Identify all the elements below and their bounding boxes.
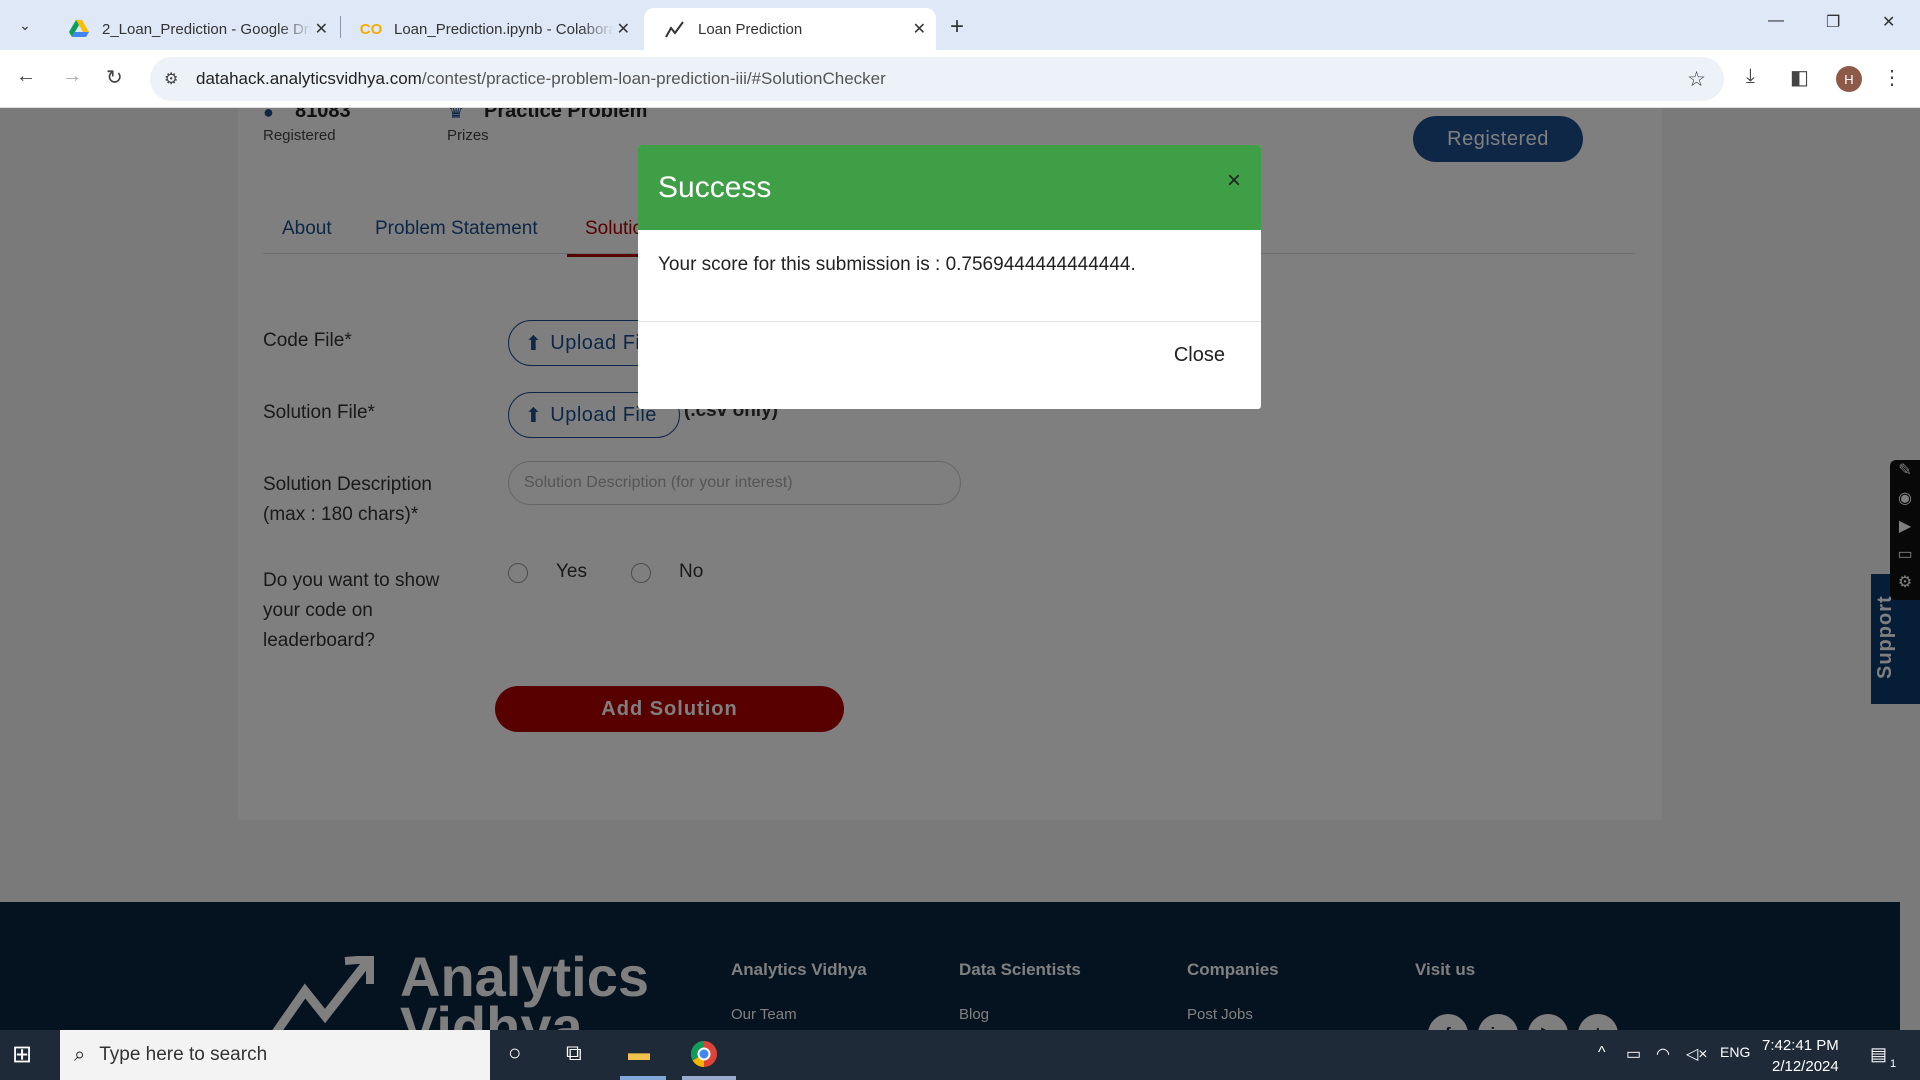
close-window-icon[interactable]: ✕ xyxy=(1882,12,1895,32)
clock-date: 2/12/2024 xyxy=(1771,1058,1839,1075)
clock[interactable]: 7:42:41 PM 2/12/2024 xyxy=(1762,1035,1839,1077)
battery-icon[interactable]: ▭ xyxy=(1626,1044,1641,1064)
windows-taskbar: ⊞ ⌕ Type here to search ○ ⧉ ▬ ^ ▭ ◠ ◁× E… xyxy=(0,1030,1920,1080)
bookmark-star-icon[interactable]: ☆ xyxy=(1687,67,1706,92)
google-drive-icon xyxy=(68,18,90,40)
cortana-icon[interactable]: ○ xyxy=(508,1040,521,1066)
analytics-vidhya-icon xyxy=(664,18,686,40)
tab-google-drive[interactable]: 2_Loan_Prediction - Google Drive ✕ xyxy=(48,8,338,50)
language-indicator[interactable]: ENG xyxy=(1720,1044,1750,1060)
windows-start-icon[interactable]: ⊞ xyxy=(12,1040,32,1069)
modal-close-button[interactable]: Close xyxy=(1174,344,1225,367)
file-explorer-icon[interactable]: ▬ xyxy=(628,1040,650,1066)
omnibox[interactable]: ⚙ datahack.analyticsvidhya.com/contest/p… xyxy=(150,57,1724,101)
browser-tab-strip: ⌄ 2_Loan_Prediction - Google Drive ✕ CO … xyxy=(0,0,1920,50)
colab-icon: CO xyxy=(359,20,383,38)
browser-menu-icon[interactable]: ⋮ xyxy=(1882,65,1902,90)
wifi-icon[interactable]: ◠ xyxy=(1656,1044,1670,1064)
back-icon[interactable]: ← xyxy=(16,65,36,88)
modal-message: Your score for this submission is : 0.75… xyxy=(638,230,1261,322)
chrome-icon[interactable] xyxy=(690,1040,718,1074)
tab-colab[interactable]: CO Loan_Prediction.ipynb - Colaboratory … xyxy=(340,8,640,50)
taskbar-search[interactable]: ⌕ Type here to search xyxy=(60,1030,490,1080)
restore-icon[interactable]: ❐ xyxy=(1826,12,1840,32)
tray-chevron-icon[interactable]: ^ xyxy=(1598,1044,1606,1062)
clock-time: 7:42:41 PM xyxy=(1762,1037,1839,1054)
notification-icon[interactable]: ▤ xyxy=(1870,1044,1887,1065)
volume-muted-icon[interactable]: ◁× xyxy=(1686,1044,1708,1064)
modal-close-icon[interactable]: × xyxy=(1227,167,1241,195)
url-text[interactable]: datahack.analyticsvidhya.com/contest/pra… xyxy=(196,69,886,89)
success-modal: Success × Your score for this submission… xyxy=(638,145,1261,409)
tab-title: 2_Loan_Prediction - Google Drive xyxy=(102,20,312,38)
taskbar-search-placeholder: Type here to search xyxy=(99,1044,268,1065)
close-tab-icon[interactable]: ✕ xyxy=(913,19,926,39)
notification-count: 1 xyxy=(1890,1058,1897,1070)
tab-title: Loan_Prediction.ipynb - Colaboratory xyxy=(394,20,614,38)
tab-loan-prediction[interactable]: Loan Prediction ✕ xyxy=(644,8,936,50)
modal-footer: Close xyxy=(638,322,1261,409)
chrome-active-indicator xyxy=(682,1076,736,1080)
url-domain: datahack.analyticsvidhya.com xyxy=(196,69,422,88)
tab-title: Loan Prediction xyxy=(698,20,803,38)
address-bar-row: ← → ↻ ⚙ datahack.analyticsvidhya.com/con… xyxy=(0,50,1920,108)
avatar[interactable]: H xyxy=(1836,66,1862,92)
reload-icon[interactable]: ↻ xyxy=(106,65,123,90)
minimize-icon[interactable]: — xyxy=(1768,12,1784,30)
task-view-icon[interactable]: ⧉ xyxy=(566,1040,582,1066)
side-panel-icon[interactable]: ◧ xyxy=(1790,65,1809,90)
search-icon: ⌕ xyxy=(74,1043,86,1066)
download-icon[interactable]: ⤓ xyxy=(1746,65,1755,88)
site-info-icon[interactable]: ⚙ xyxy=(164,69,178,89)
modal-header: Success × xyxy=(638,145,1261,230)
close-tab-icon[interactable]: ✕ xyxy=(315,19,328,39)
modal-title: Success xyxy=(658,171,772,204)
forward-icon[interactable]: → xyxy=(62,65,82,88)
explorer-active-indicator xyxy=(620,1076,666,1080)
tab-search-chevron-icon[interactable]: ⌄ xyxy=(10,10,40,40)
new-tab-icon[interactable]: + xyxy=(950,13,964,41)
url-path: /contest/practice-problem-loan-predictio… xyxy=(421,69,886,88)
close-tab-icon[interactable]: ✕ xyxy=(617,19,630,39)
